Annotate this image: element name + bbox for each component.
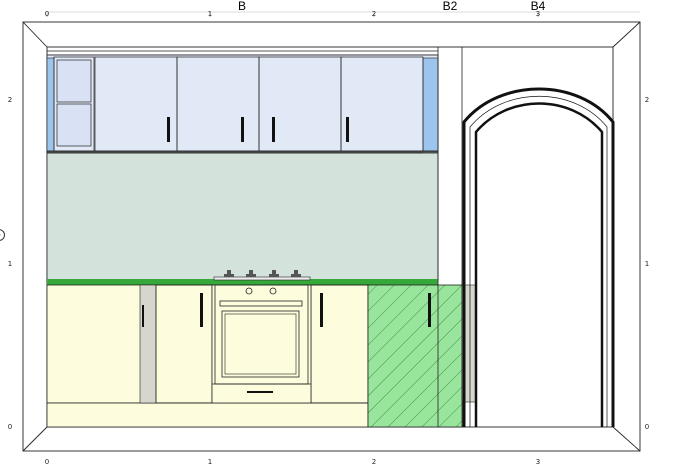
ruler-bottom-tick-2: 2 (372, 458, 376, 466)
door-handle-icon (272, 117, 275, 142)
ruler-right-tick-0: 0 (645, 423, 649, 431)
ruler-left-tick-1: 1 (8, 260, 12, 268)
section-label-b2: B2 (443, 0, 458, 13)
door-handle-icon (200, 293, 203, 327)
wall-cabinet-side-right (422, 57, 439, 152)
ruler-top-tick-1: 1 (208, 10, 212, 18)
drawer-handle-icon (247, 391, 273, 393)
filler-panel (139, 284, 157, 404)
ruler-right-tick-1: 1 (645, 260, 649, 268)
oven[interactable] (211, 270, 312, 404)
ruler-top-tick-0: 0 (45, 10, 49, 18)
ruler-top-tick-2: 2 (372, 10, 376, 18)
ruler-right-tick-2: 2 (645, 96, 649, 104)
wall-cabinet-run[interactable] (46, 50, 439, 154)
section-label-b4: B4 (531, 0, 546, 13)
wall-section-b2 (437, 47, 463, 285)
ruler-bottom-tick-0: 0 (45, 458, 49, 466)
ruler-bottom-tick-1: 1 (208, 458, 212, 466)
door-handle-icon (346, 117, 349, 142)
wall-cabinet-side-left (46, 57, 55, 152)
door-handle-icon (428, 293, 431, 327)
door-handle-icon (167, 117, 170, 142)
kitchen-elevation-drawing: 0 1 2 3 0 1 2 3 2 1 0 2 1 0 B B2 B4 (0, 0, 649, 466)
ruler-left: 2 1 0 (8, 96, 12, 431)
selected-base-cabinet[interactable] (367, 284, 463, 428)
plinth (46, 402, 369, 428)
door-handle-icon (241, 117, 244, 142)
base-cabinet-run[interactable] (46, 284, 369, 428)
ruler-bottom: 0 1 2 3 (45, 458, 540, 466)
section-label-b: B (238, 0, 246, 13)
ruler-right: 2 1 0 (645, 96, 649, 431)
door-handle-icon (320, 293, 323, 327)
arched-doorway[interactable] (462, 87, 615, 427)
ruler-left-tick-2: 2 (8, 96, 12, 104)
backsplash (46, 152, 439, 281)
ruler-top: 0 1 2 3 (45, 10, 640, 18)
ruler-bottom-tick-3: 3 (536, 458, 540, 466)
rotate-handle-icon[interactable] (0, 229, 5, 241)
door-handle-icon (142, 305, 144, 327)
ruler-left-tick-0: 0 (8, 423, 12, 431)
